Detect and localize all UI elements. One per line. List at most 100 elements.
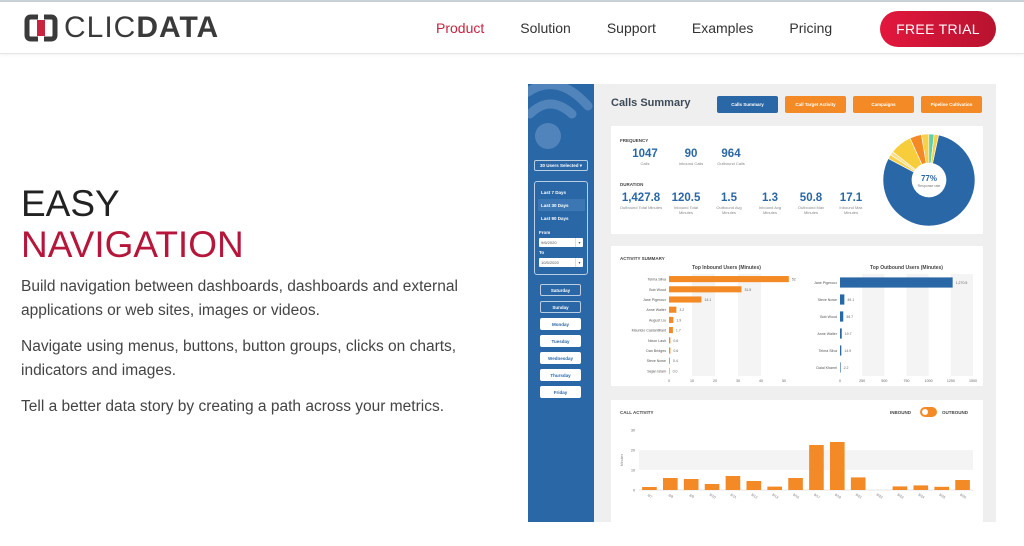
category-label: Anne Walter xyxy=(817,332,837,336)
day-thursday[interactable]: Thursday xyxy=(540,369,581,381)
bar-value-label: 0.6 xyxy=(673,339,678,343)
tab-call-target-activity[interactable]: Call Target Activity xyxy=(785,96,846,113)
call-activity-chart[interactable]: 0 10 20 30 Minutes 8/7 8/8 8/9 8/10 8/11 8/12 8/13 8… xyxy=(611,420,983,522)
tab-calls-summary[interactable]: Calls Summary xyxy=(717,96,778,113)
y-tick-label: 30 xyxy=(631,429,635,433)
call-activity-title: CALL ACTIVITY xyxy=(620,410,654,415)
x-tick-label: 8/26 xyxy=(959,493,967,500)
site-header: CLICDATA Product Solution Support Exampl… xyxy=(0,2,1024,54)
category-label: Steve Nowe xyxy=(647,359,666,363)
kpi-label: Inbound Total Minutes xyxy=(674,205,698,215)
bar-value-label: 1,270.5 xyxy=(956,281,968,285)
nav-pricing[interactable]: Pricing xyxy=(789,20,832,36)
top-inbound-users-chart[interactable]: Top Inbound Users (Minutes)Telma Silva 52… xyxy=(611,260,796,386)
logo-mark-icon xyxy=(24,14,58,42)
bar xyxy=(840,311,844,322)
toggle-knob xyxy=(922,409,928,415)
bar-value-label: 19.7 xyxy=(845,332,852,336)
range-last-90-days[interactable]: Last 90 Days xyxy=(538,212,585,224)
kpi-label: Outbound Calls xyxy=(717,161,745,166)
nav-solution[interactable]: Solution xyxy=(520,20,571,36)
bar xyxy=(669,347,671,354)
category-label: Nixon Lash xyxy=(648,339,666,343)
bar-value-label: 1.9 xyxy=(676,318,681,322)
y-tick-label: 0 xyxy=(633,489,635,493)
day-friday[interactable]: Friday xyxy=(540,386,581,398)
bar xyxy=(913,485,929,490)
kpi-value: 1.3 xyxy=(762,192,778,204)
to-date-input[interactable]: 10/5/2020 ▾ xyxy=(539,258,583,267)
x-tick-label: 0 xyxy=(668,379,670,383)
bar xyxy=(830,442,845,490)
nav-examples[interactable]: Examples xyxy=(692,20,753,36)
x-tick-label: 1500 xyxy=(969,379,977,383)
x-tick-label: 8/23 xyxy=(897,493,905,500)
x-tick-label: 8/24 xyxy=(917,493,925,500)
x-tick-label: 750 xyxy=(904,379,910,383)
day-sunday[interactable]: Sunday xyxy=(540,301,581,313)
bar-value-label: 14.1 xyxy=(704,298,711,302)
kpi-value: 120.5 xyxy=(671,192,701,204)
response-rate-donut[interactable]: 77%Response rate xyxy=(881,132,977,228)
range-last-30-days[interactable]: Last 30 Days xyxy=(538,199,585,211)
kpi-value: 50.8 xyxy=(799,192,823,204)
clicdata-logo[interactable]: CLICDATA xyxy=(24,11,219,45)
day-tuesday[interactable]: Tuesday xyxy=(540,335,581,347)
tab-campaigns[interactable]: Campaigns xyxy=(853,96,914,113)
kpi-value: 964 xyxy=(721,148,741,160)
tab-pipeline-cultivation[interactable]: Pipeline Cultivation xyxy=(921,96,982,113)
free-trial-button[interactable]: FREE TRIAL xyxy=(880,11,996,47)
hero-title-easy: EASY xyxy=(21,183,120,224)
toggle-inbound-label: INBOUND xyxy=(890,410,911,415)
day-saturday[interactable]: Saturday xyxy=(540,284,581,296)
toggle-outbound-label: OUTBOUND xyxy=(942,410,968,415)
day-wednesday[interactable]: Wednesday xyxy=(540,352,581,364)
inbound-outbound-toggle[interactable] xyxy=(920,407,937,417)
category-label: Bob Wood xyxy=(820,315,837,319)
x-tick-label: 8/7 xyxy=(647,493,653,499)
kpi-label: Outbound Total Minutes xyxy=(619,205,663,210)
category-label: Jane Pigeroux xyxy=(643,298,666,302)
kpi-outbound-total-minutes: 1,427.8 Outbound Total Minutes xyxy=(619,192,663,210)
kpi-label: Outbound Avg Minutes xyxy=(716,205,742,215)
bar xyxy=(788,478,803,490)
logo-text-data: DATA xyxy=(136,11,220,44)
kpi-label: Outbound Max Minutes xyxy=(797,205,825,215)
x-tick-label: 10 xyxy=(690,379,694,383)
logo-text: CLICDATA xyxy=(64,11,219,45)
nav-support[interactable]: Support xyxy=(607,20,656,36)
category-label: Sejan Islam xyxy=(647,369,666,373)
chart-title: Top Outbound Users (Minutes) xyxy=(870,265,943,271)
chevron-down-icon: ▾ xyxy=(575,238,583,247)
bar xyxy=(642,487,657,490)
bar xyxy=(669,296,702,303)
grid-band xyxy=(906,274,929,376)
logo-text-clic: CLIC xyxy=(64,11,137,44)
category-label: Dalal Khamri xyxy=(816,366,837,370)
kpi-outbound-avg-minutes: 1.5 Outbound Avg Minutes xyxy=(711,192,747,215)
nav-product[interactable]: Product xyxy=(436,20,484,36)
users-selected-dropdown[interactable]: 30 Users Selected ▾ xyxy=(534,160,588,171)
x-tick-label: 40 xyxy=(759,379,763,383)
range-last-7-days[interactable]: Last 7 Days xyxy=(538,186,585,198)
bar-value-label: 0.0 xyxy=(673,369,678,373)
x-tick-label: 8/16 xyxy=(792,493,800,500)
x-tick-label: 30 xyxy=(736,379,740,383)
to-label: To xyxy=(539,250,545,255)
bar xyxy=(669,276,789,283)
x-tick-label: 50 xyxy=(782,379,786,383)
donut-center-label: Response rate xyxy=(918,184,941,188)
x-tick-label: 8/21 xyxy=(855,493,863,500)
from-date-input[interactable]: 9/6/2020 ▾ xyxy=(539,238,583,247)
bar xyxy=(955,480,970,490)
top-outbound-users-chart[interactable]: Top Outbound Users (Minutes) Jane Pigerou… xyxy=(796,260,983,386)
category-label: Telma Silva xyxy=(819,349,837,353)
bar xyxy=(669,316,674,323)
day-monday[interactable]: Monday xyxy=(540,318,581,330)
kpi-value: 1047 xyxy=(632,148,658,160)
x-tick-label: 8/18 xyxy=(834,493,842,500)
bar xyxy=(704,484,720,490)
kpi-label: Inbound Avg Minutes xyxy=(758,205,782,215)
bar xyxy=(669,337,671,344)
bar xyxy=(683,479,699,490)
